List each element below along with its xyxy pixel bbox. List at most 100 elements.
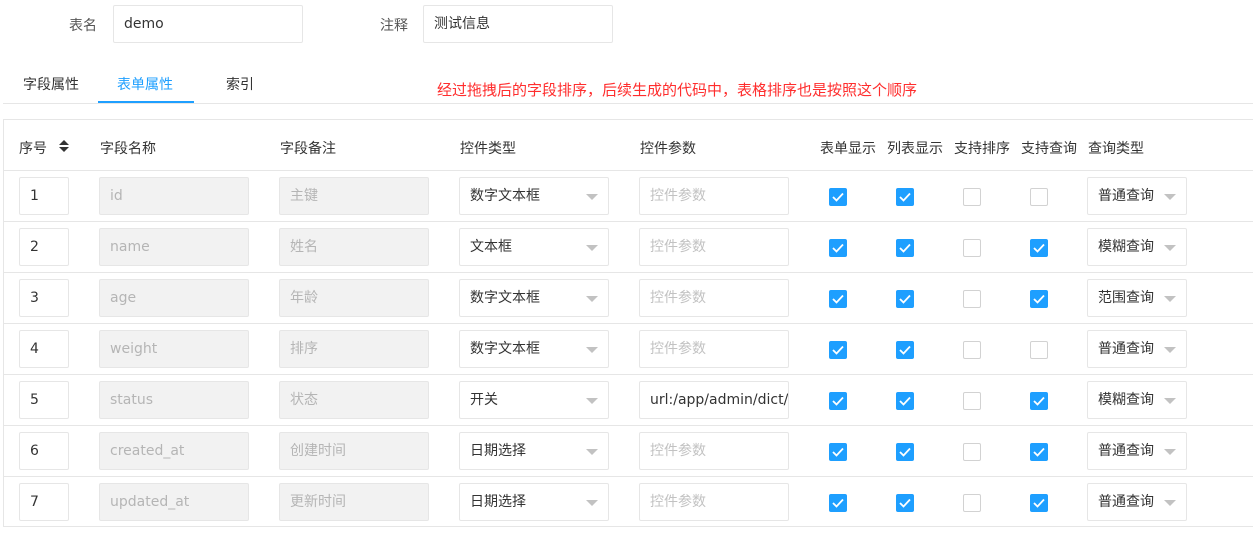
control-params-input[interactable]: 控件参数	[639, 483, 789, 521]
control-type-select[interactable]: 日期选择	[459, 432, 609, 470]
query-type-value: 普通查询	[1098, 341, 1154, 357]
header-control-type: 控件类型	[460, 141, 516, 157]
form-show-checkbox[interactable]	[829, 341, 847, 359]
sortable-checkbox[interactable]	[963, 443, 981, 461]
searchable-checkbox[interactable]	[1030, 188, 1048, 206]
form-show-checkbox[interactable]	[829, 494, 847, 512]
control-params-input[interactable]: url:/app/admin/dict/get	[639, 381, 789, 419]
header-form-show: 表单显示	[820, 141, 876, 157]
index-input[interactable]: 5	[19, 381, 69, 419]
list-show-checkbox[interactable]	[896, 290, 914, 308]
table-row[interactable]: 4 weight 排序 数字文本框 控件参数 普通查询	[4, 324, 1253, 375]
chevron-down-icon	[1164, 398, 1176, 404]
header-control-params: 控件参数	[640, 141, 696, 157]
tab-field-attributes[interactable]: 字段属性	[23, 74, 79, 104]
table-row[interactable]: 3 age 年龄 数字文本框 控件参数 范围查询	[4, 273, 1253, 324]
chevron-down-icon	[586, 296, 598, 302]
index-input[interactable]: 2	[19, 228, 69, 266]
form-show-checkbox[interactable]	[829, 188, 847, 206]
table-name-input[interactable]: demo	[113, 5, 303, 43]
query-type-select[interactable]: 范围查询	[1087, 279, 1187, 317]
chevron-down-icon	[586, 194, 598, 200]
header-searchable: 支持查询	[1021, 141, 1077, 157]
list-show-checkbox[interactable]	[896, 239, 914, 257]
sortable-checkbox[interactable]	[963, 341, 981, 359]
control-type-value: 文本框	[470, 239, 512, 255]
field-name-input: weight	[99, 330, 249, 368]
index-input[interactable]: 6	[19, 432, 69, 470]
query-type-select[interactable]: 普通查询	[1087, 483, 1187, 521]
index-input[interactable]: 7	[19, 483, 69, 521]
form-show-checkbox[interactable]	[829, 290, 847, 308]
sortable-checkbox[interactable]	[963, 494, 981, 512]
sortable-checkbox[interactable]	[963, 188, 981, 206]
control-type-value: 数字文本框	[470, 341, 540, 357]
control-type-select[interactable]: 数字文本框	[459, 279, 609, 317]
sort-icon[interactable]	[58, 139, 70, 153]
field-table: 序号 字段名称 字段备注 控件类型 控件参数 表单显示 列表显示 支持排序 支持…	[3, 119, 1253, 527]
searchable-checkbox[interactable]	[1030, 239, 1048, 257]
index-input[interactable]: 3	[19, 279, 69, 317]
query-type-select[interactable]: 模糊查询	[1087, 228, 1187, 266]
control-params-input[interactable]: 控件参数	[639, 228, 789, 266]
query-type-select[interactable]: 普通查询	[1087, 177, 1187, 215]
field-comment-input: 状态	[279, 381, 429, 419]
chevron-down-icon	[1164, 245, 1176, 251]
tabs-divider	[3, 103, 1253, 104]
header-field-name: 字段名称	[100, 141, 156, 157]
list-show-checkbox[interactable]	[896, 341, 914, 359]
query-type-select[interactable]: 模糊查询	[1087, 381, 1187, 419]
query-type-select[interactable]: 普通查询	[1087, 432, 1187, 470]
control-type-select[interactable]: 数字文本框	[459, 330, 609, 368]
form-show-checkbox[interactable]	[829, 443, 847, 461]
table-row[interactable]: 6 created_at 创建时间 日期选择 控件参数 普通查询	[4, 426, 1253, 477]
chevron-down-icon	[1164, 194, 1176, 200]
control-type-select[interactable]: 文本框	[459, 228, 609, 266]
header-query-type: 查询类型	[1088, 141, 1144, 157]
form-show-checkbox[interactable]	[829, 392, 847, 410]
query-type-select[interactable]: 普通查询	[1087, 330, 1187, 368]
table-row[interactable]: 1 id 主键 数字文本框 控件参数 普通查询	[4, 171, 1253, 222]
sortable-checkbox[interactable]	[963, 290, 981, 308]
control-params-input[interactable]: 控件参数	[639, 330, 789, 368]
chevron-down-icon	[586, 500, 598, 506]
table-row[interactable]: 2 name 姓名 文本框 控件参数 模糊查询	[4, 222, 1253, 273]
field-name-input: age	[99, 279, 249, 317]
control-params-input[interactable]: 控件参数	[639, 279, 789, 317]
form-show-checkbox[interactable]	[829, 239, 847, 257]
searchable-checkbox[interactable]	[1030, 290, 1048, 308]
chevron-down-icon	[1164, 296, 1176, 302]
control-type-select[interactable]: 日期选择	[459, 483, 609, 521]
chevron-down-icon	[586, 449, 598, 455]
table-row[interactable]: 7 updated_at 更新时间 日期选择 控件参数 普通查询	[4, 477, 1253, 528]
control-params-input[interactable]: 控件参数	[639, 432, 789, 470]
field-comment-input: 年龄	[279, 279, 429, 317]
index-input[interactable]: 4	[19, 330, 69, 368]
list-show-checkbox[interactable]	[896, 494, 914, 512]
tab-index[interactable]: 索引	[226, 74, 254, 104]
field-comment-input: 排序	[279, 330, 429, 368]
list-show-checkbox[interactable]	[896, 392, 914, 410]
active-tab-indicator	[98, 101, 194, 103]
header-index: 序号	[19, 141, 47, 157]
comment-input[interactable]: 测试信息	[423, 5, 613, 43]
control-type-select[interactable]: 开关	[459, 381, 609, 419]
tab-form-attributes[interactable]: 表单属性	[117, 74, 173, 104]
list-show-checkbox[interactable]	[896, 188, 914, 206]
searchable-checkbox[interactable]	[1030, 392, 1048, 410]
control-params-input[interactable]: 控件参数	[639, 177, 789, 215]
sortable-checkbox[interactable]	[963, 239, 981, 257]
control-type-select[interactable]: 数字文本框	[459, 177, 609, 215]
field-name-input: name	[99, 228, 249, 266]
query-type-value: 模糊查询	[1098, 239, 1154, 255]
searchable-checkbox[interactable]	[1030, 443, 1048, 461]
sortable-checkbox[interactable]	[963, 392, 981, 410]
query-type-value: 普通查询	[1098, 494, 1154, 510]
searchable-checkbox[interactable]	[1030, 494, 1048, 512]
index-input[interactable]: 1	[19, 177, 69, 215]
field-name-input: updated_at	[99, 483, 249, 521]
table-row[interactable]: 5 status 状态 开关 url:/app/admin/dict/get 模糊查询	[4, 375, 1253, 426]
list-show-checkbox[interactable]	[896, 443, 914, 461]
searchable-checkbox[interactable]	[1030, 341, 1048, 359]
query-type-value: 普通查询	[1098, 188, 1154, 204]
